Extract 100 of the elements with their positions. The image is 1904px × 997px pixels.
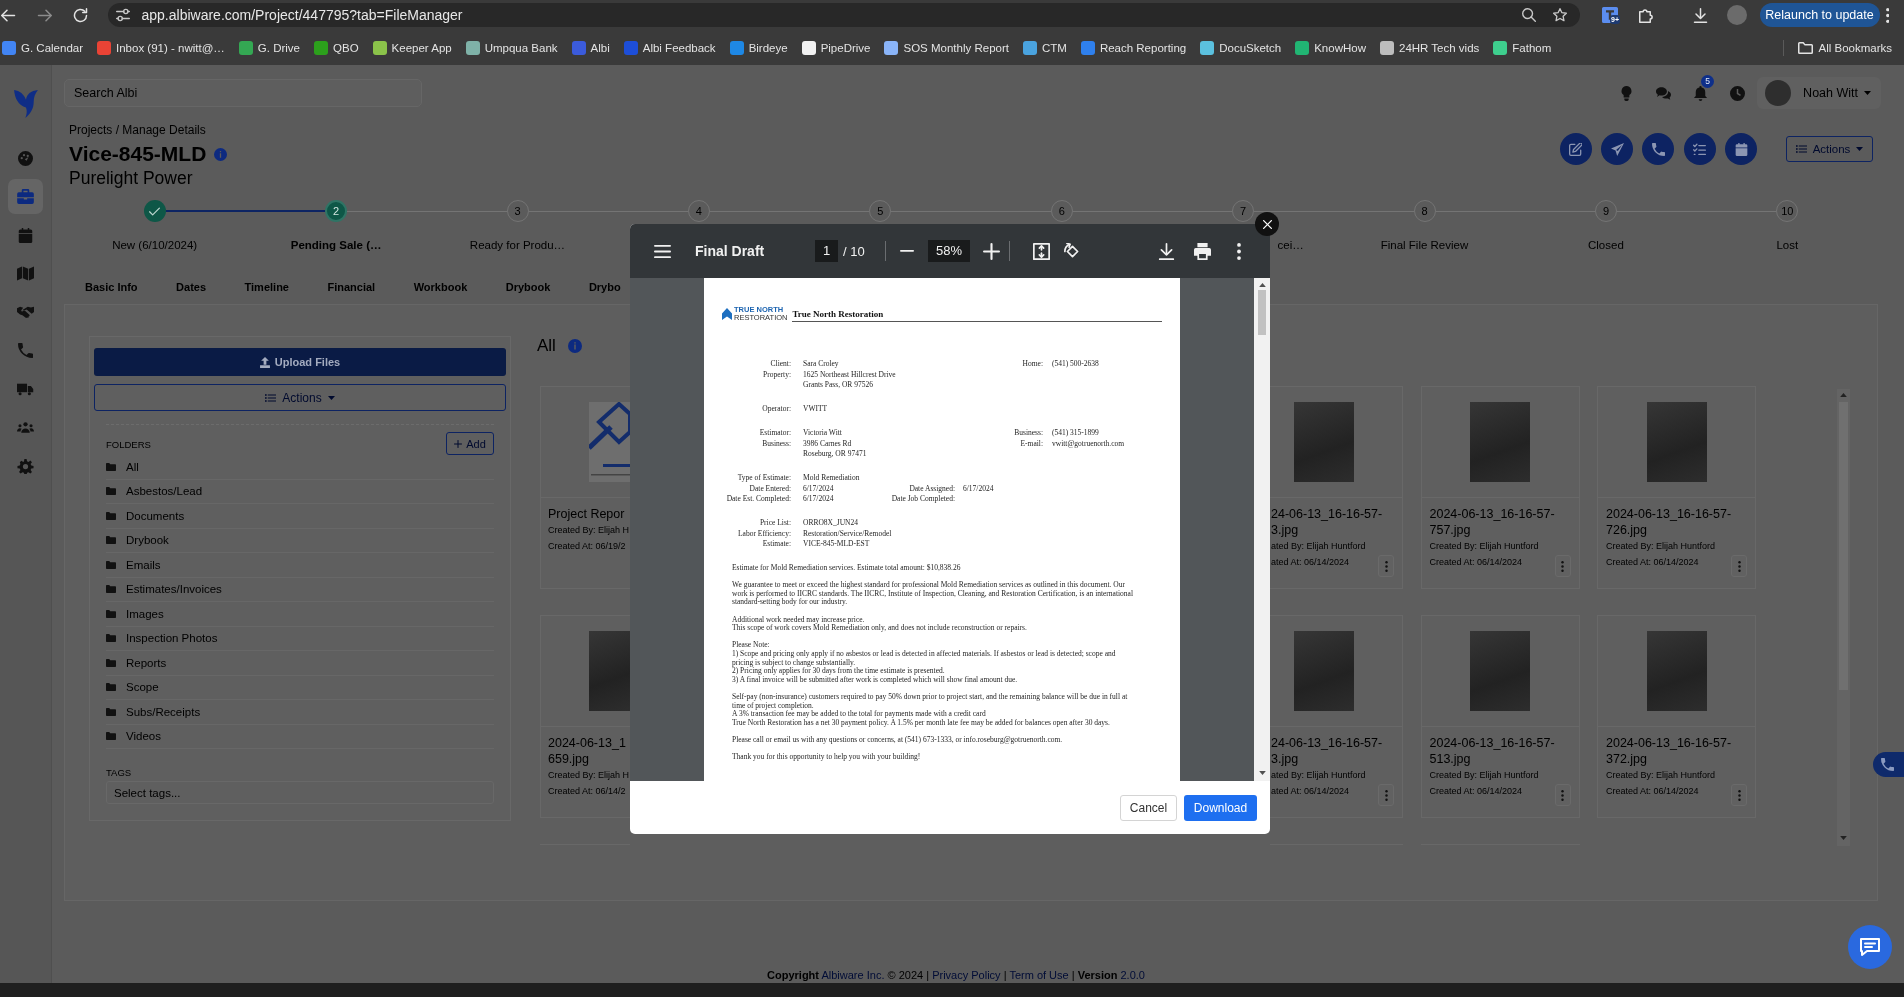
folder-item[interactable]: Asbestos/Lead [106, 479, 494, 504]
folder-item[interactable]: Reports [106, 651, 494, 676]
footer-link[interactable]: Albiware Inc. [821, 969, 885, 981]
phone-icon [1651, 142, 1665, 156]
bookmark-link[interactable]: Albi [571, 40, 610, 55]
actions-dropdown[interactable]: Actions [1786, 136, 1873, 162]
tab[interactable]: Drybook [505, 279, 551, 304]
footer-link[interactable]: Privacy Policy [932, 969, 1001, 981]
step-circle: 6 [1050, 200, 1073, 222]
call-tab-button[interactable] [1873, 752, 1904, 777]
file-card[interactable]: 2024-06-13_16-16-57- 372.jpg Created By: Elijah Huntford Created At: 06/14/2024 [1597, 615, 1756, 818]
footer-link[interactable]: 2.0.0 [1120, 969, 1145, 981]
bookmark-link[interactable]: Umpqua Bank [465, 40, 558, 55]
truck-icon [17, 381, 34, 397]
cancel-button[interactable]: Cancel [1120, 794, 1177, 821]
tab[interactable]: Workbook [413, 279, 468, 304]
tags-select-field[interactable]: Select tags... [106, 781, 494, 804]
tasks-button[interactable] [1683, 133, 1716, 165]
folder-item[interactable]: Videos [106, 724, 494, 749]
bookmark-link[interactable]: KnowHow [1295, 40, 1366, 55]
more-options-button[interactable] [1731, 784, 1747, 806]
bookmark-link[interactable]: Reach Reporting [1080, 40, 1187, 55]
file-date: ated At: 06/14/2024 [1271, 785, 1351, 798]
back-button[interactable] [0, 7, 17, 23]
file-card[interactable]: 2024-06-13_16-16-57- 513.jpg Created By: Elijah Huntford Created At: 06/14/2024 [1420, 615, 1580, 818]
file-date: Created At: 06/14/2024 [1606, 785, 1700, 798]
bookmark-link[interactable]: Fathom [1493, 40, 1552, 55]
profile-avatar[interactable] [1726, 5, 1747, 25]
step-circle: 3 [506, 200, 529, 222]
step-circle: 8 [1413, 200, 1436, 222]
tab[interactable]: Dates [176, 279, 207, 304]
more-options-button[interactable] [1378, 784, 1394, 806]
folder-item[interactable]: Drybook [106, 528, 494, 553]
vertical-dots-icon [1561, 789, 1564, 801]
scroll-up-arrow-icon [1840, 393, 1847, 397]
file-card[interactable]: 24-06-13_16-16-57- 3.jpg ated By: Elijah Huntford ated At: 06/14/2024 [1270, 386, 1403, 589]
edit-button[interactable] [1559, 133, 1592, 165]
all-bookmarks-button[interactable]: All Bookmarks [1797, 41, 1892, 54]
file-card[interactable]: Project Repor Created By: Elijah H Created At: 06/19/2 [540, 386, 630, 589]
more-options-button[interactable] [1731, 555, 1747, 577]
tab[interactable]: Basic Info [85, 279, 138, 304]
bookmark-link[interactable]: Inbox (91) - nwitt@… [97, 40, 225, 55]
settings-icon [17, 458, 34, 474]
user-menu[interactable]: Noah Witt [1757, 77, 1881, 109]
folder-icon [106, 487, 116, 496]
project-title: Vice-845-MLD [69, 142, 207, 166]
bookmark-link[interactable]: Birdeye [729, 40, 788, 55]
bookmark-link[interactable]: QBO [314, 40, 359, 55]
send-button[interactable] [1601, 133, 1634, 165]
folder-item[interactable]: Scope [106, 675, 494, 700]
page-number-field[interactable]: 1 [815, 240, 838, 262]
file-card[interactable]: 2024-06-13_16-16-57- 757.jpg Created By: Elijah Huntford Created At: 06/14/2024 [1420, 386, 1580, 589]
more-options-button[interactable] [1378, 555, 1394, 577]
file-author: Created By: Elijah Huntford [1606, 769, 1716, 782]
tab[interactable]: Drybo [588, 279, 621, 304]
bookmark-link[interactable]: Keeper App [372, 40, 452, 55]
tab[interactable]: Timeline [244, 279, 289, 304]
upload-files-button[interactable]: Upload Files [94, 348, 506, 376]
relaunch-button[interactable]: Relaunch to update [1759, 3, 1880, 27]
address-bar[interactable]: app.albiware.com/Project/447795?tab=FileManager [107, 3, 1580, 27]
call-button[interactable] [1642, 133, 1675, 165]
scrollbar[interactable] [1837, 389, 1850, 846]
sidebar-nav-item[interactable] [8, 179, 43, 214]
extensions-button[interactable] [1637, 7, 1655, 23]
bookmark-link[interactable]: PipeDrive [801, 40, 871, 55]
file-card[interactable]: 2024-06-13_1 659.jpg Created By: Elijah H Created At: 06/14/2 [540, 615, 630, 818]
folder-item[interactable]: Estimates/Invoices [106, 577, 494, 602]
bookmark-link[interactable]: G. Drive [238, 40, 300, 55]
scrollbar[interactable] [1254, 278, 1270, 781]
actions-dropdown[interactable]: Actions [94, 384, 506, 411]
bookmark-link[interactable]: G. Calendar [2, 40, 83, 55]
file-card[interactable]: 24-06-13_16-16-57- 3.jpg ated By: Elijah Huntford ated At: 06/14/2024 [1270, 615, 1403, 818]
reload-button[interactable] [72, 7, 89, 23]
scrollbar-thumb[interactable] [1258, 290, 1266, 335]
more-options-button[interactable] [1554, 784, 1571, 806]
more-options-button[interactable] [1554, 555, 1571, 577]
download-button[interactable]: Download [1184, 794, 1257, 821]
search-field[interactable]: Search Albi [64, 79, 422, 107]
folder-item[interactable]: Subs/Receipts [106, 700, 494, 725]
schedule-button[interactable] [1725, 133, 1757, 165]
downloads-button[interactable] [1691, 7, 1709, 23]
page-count: / 10 [843, 243, 866, 259]
tab[interactable]: Financial [327, 279, 376, 304]
bookmark-link[interactable]: 24HR Tech vids [1380, 40, 1480, 55]
folder-item[interactable]: Documents [106, 504, 494, 529]
folder-item[interactable]: Inspection Photos [106, 626, 494, 651]
bookmark-link[interactable]: DocuSketch [1200, 40, 1282, 55]
bookmark-link[interactable]: CTM [1022, 40, 1067, 55]
footer-link[interactable]: Term of Use [1009, 969, 1069, 981]
forward-button[interactable] [35, 7, 53, 23]
folder-item[interactable]: Emails [106, 553, 494, 578]
folder-item[interactable]: Images [106, 602, 494, 627]
folder-item[interactable]: All [106, 455, 494, 480]
file-name: 2024-06-13_16-16-57- 372.jpg [1606, 735, 1733, 767]
zoom-level-field[interactable]: 58% [928, 240, 970, 262]
bookmark-link[interactable]: SOS Monthly Report [884, 40, 1009, 55]
add-folder-button[interactable]: Add [446, 432, 494, 455]
file-card[interactable]: 2024-06-13_16-16-57- 726.jpg Created By: Elijah Huntford Created At: 06/14/2024 [1597, 386, 1756, 589]
bookmark-link[interactable]: Albi Feedback [623, 40, 716, 55]
step-label: Final File Review [1380, 239, 1469, 251]
